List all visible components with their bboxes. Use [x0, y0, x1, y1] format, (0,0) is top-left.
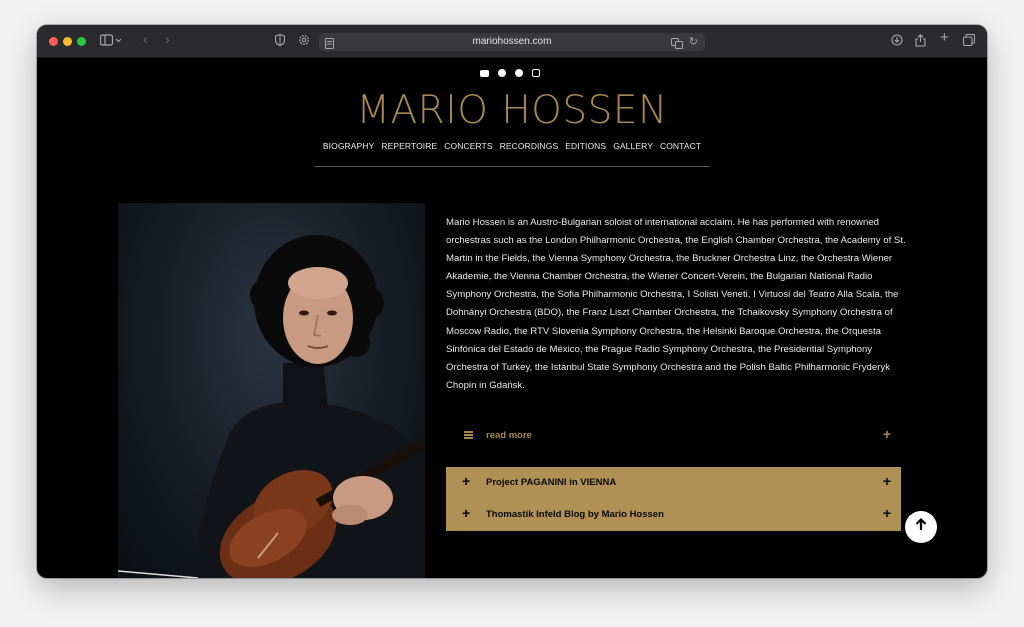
arrow-up-icon	[915, 517, 927, 536]
minimize-window-button[interactable]	[63, 37, 72, 46]
share-icon[interactable]	[915, 34, 926, 50]
facebook-icon[interactable]	[515, 69, 523, 77]
portrait-photo	[118, 203, 425, 578]
nav-biography[interactable]: BIOGRAPHY	[323, 141, 374, 151]
reload-icon[interactable]: ↻	[689, 35, 698, 48]
page-content: MARIO HOSSEN BIOGRAPHY REPERTOIRE CONCER…	[37, 58, 987, 578]
zoom-window-button[interactable]	[77, 37, 86, 46]
forward-arrow-icon[interactable]: ›	[165, 32, 170, 46]
accordion-label: Thomastik Infeld Blog by Mario Hossen	[486, 509, 664, 520]
expand-plus-icon: +	[882, 473, 891, 489]
nav-recordings[interactable]: RECORDINGS	[500, 141, 559, 151]
accordion-item-paganini[interactable]: + Project PAGANINI in VIENNA +	[446, 467, 901, 499]
social-links	[480, 69, 540, 77]
download-icon[interactable]	[891, 34, 903, 49]
plus-icon: +	[462, 473, 471, 489]
nav-contact[interactable]: CONTACT	[660, 141, 701, 151]
expand-plus-icon: +	[882, 426, 891, 442]
translate-icon[interactable]	[671, 36, 683, 54]
youtube-icon[interactable]	[480, 70, 489, 77]
close-window-button[interactable]	[49, 37, 58, 46]
browser-window: ‹ › mariohossen.com ↻ + MARIO HOSSEN BIO…	[37, 25, 987, 578]
address-bar[interactable]: mariohossen.com ↻	[319, 33, 705, 51]
shield-icon[interactable]	[274, 33, 286, 49]
new-tab-icon[interactable]: +	[940, 30, 949, 45]
accordion-label: Project PAGANINI in VIENNA	[486, 477, 617, 488]
nav-concerts[interactable]: CONCERTS	[444, 141, 492, 151]
back-arrow-icon[interactable]: ‹	[143, 32, 148, 46]
nav-editions[interactable]: EDITIONS	[565, 141, 606, 151]
instagram-icon[interactable]	[532, 69, 540, 77]
read-more-label: read more	[486, 430, 532, 441]
biography-text: Mario Hossen is an Austro-Bulgarian solo…	[446, 217, 906, 391]
url-text: mariohossen.com	[472, 36, 552, 47]
tab-overview-icon[interactable]	[962, 33, 976, 49]
list-icon	[464, 431, 473, 439]
spotify-icon[interactable]	[498, 69, 506, 77]
projects-accordion: + Project PAGANINI in VIENNA + + Thomast…	[446, 467, 901, 531]
read-more-toggle[interactable]: read more +	[446, 425, 901, 449]
plus-icon: +	[462, 505, 471, 521]
expand-plus-icon: +	[882, 505, 891, 521]
scroll-to-top-button[interactable]	[905, 511, 937, 543]
site-title[interactable]: MARIO HOSSEN	[37, 88, 987, 133]
nav-gallery[interactable]: GALLERY	[613, 141, 653, 151]
nav-repertoire[interactable]: REPERTOIRE	[381, 141, 437, 151]
header-divider	[314, 166, 710, 167]
accordion-item-thomastik[interactable]: + Thomastik Infeld Blog by Mario Hossen …	[446, 499, 901, 531]
sidebar-icon[interactable]	[99, 34, 122, 49]
main-nav: BIOGRAPHY REPERTOIRE CONCERTS RECORDINGS…	[37, 141, 987, 151]
browser-toolbar: ‹ › mariohossen.com ↻ +	[37, 25, 987, 58]
gear-icon[interactable]	[298, 34, 310, 49]
